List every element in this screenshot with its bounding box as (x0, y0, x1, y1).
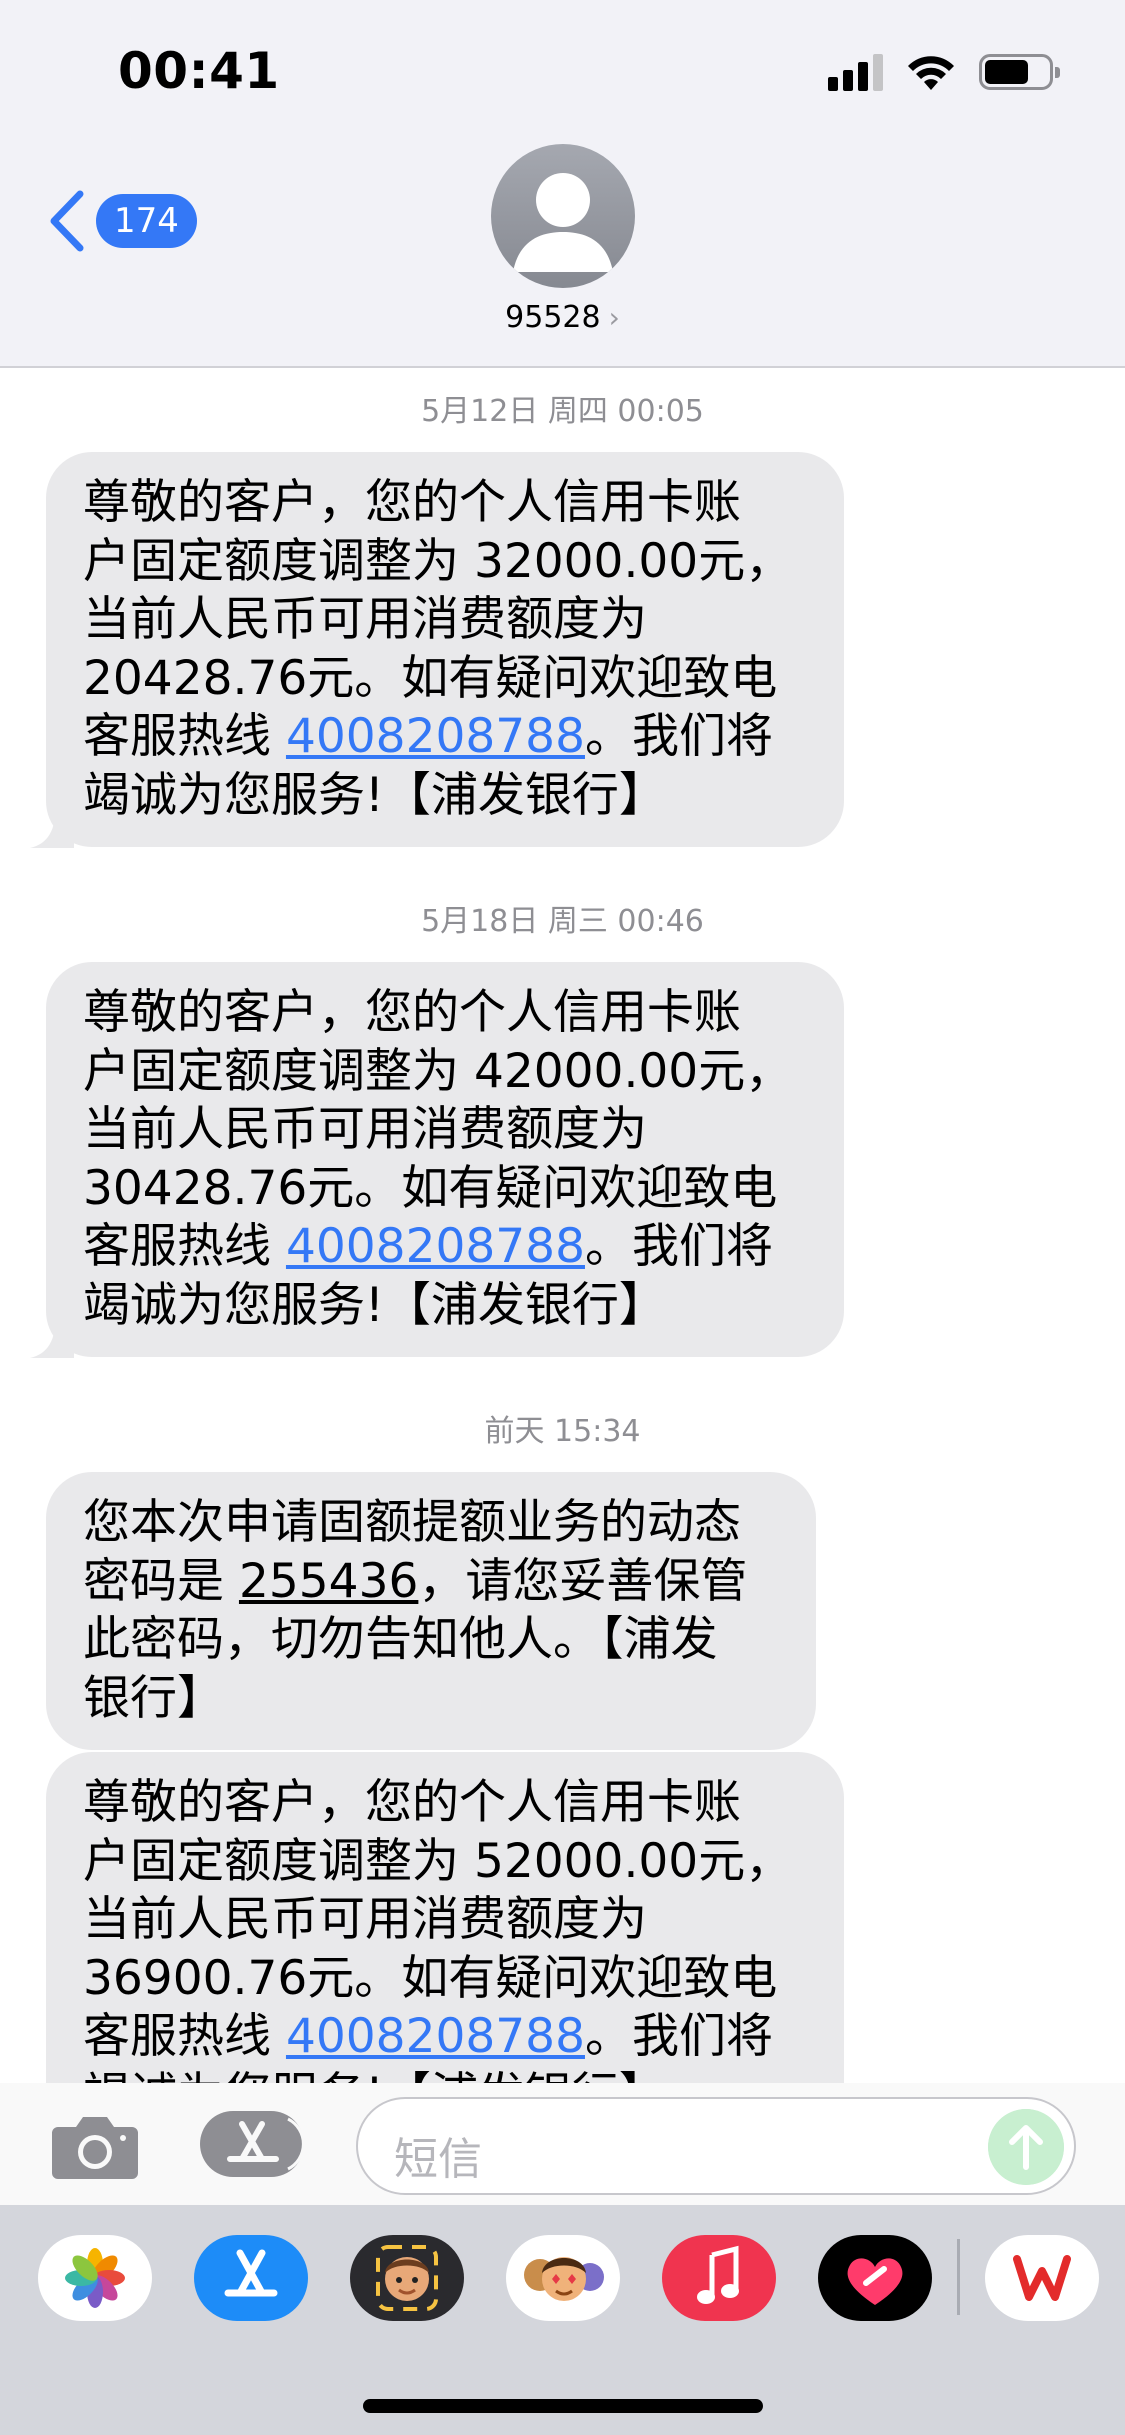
message-bubble[interactable]: 尊敬的客户，您的个人信用卡账 户固定额度调整为 32000.00元， 当前人民币… (30, 452, 844, 848)
phone-link[interactable]: 4008208788 (286, 709, 585, 764)
timestamp: 前天 15:34 (484, 1414, 641, 1449)
bubble-tail (30, 804, 74, 848)
digital-touch-icon[interactable] (818, 2235, 932, 2321)
contact-details-link[interactable]: 95528 › (0, 300, 1125, 335)
compose-bar: 短信 (0, 2083, 1125, 2205)
wifi-icon (908, 56, 954, 90)
message-text: 尊敬的客户，您的个人信用卡账 户固定额度调整为 42000.00元， 当前人民币… (83, 985, 793, 1333)
message-text: 尊敬的客户，您的个人信用卡账 户固定额度调整为 52000.00元， 当前人民币… (83, 1775, 793, 2083)
status-bar: 00:41 (0, 0, 1125, 140)
status-icons (828, 52, 1060, 92)
chevron-left-icon (50, 190, 84, 252)
status-time: 00:41 (118, 42, 280, 100)
message-bubble[interactable]: 尊敬的客户，您的个人信用卡账 户固定额度调整为 52000.00元， 当前人民币… (46, 1752, 844, 2083)
message-input[interactable]: 短信 (356, 2097, 1076, 2195)
message-bubble[interactable]: 您本次申请固额提额业务的动态 密码是 255436，请您妥善保管 此密码，切勿告… (46, 1472, 816, 1750)
message-bubble[interactable]: 尊敬的客户，您的个人信用卡账 户固定额度调整为 42000.00元， 当前人民币… (30, 962, 844, 1358)
music-app-icon[interactable] (662, 2235, 776, 2321)
memoji-sticker-icon[interactable] (350, 2235, 464, 2321)
home-indicator[interactable] (363, 2399, 763, 2413)
battery-icon (979, 54, 1060, 90)
timestamp: 5月18日 周三 00:46 (421, 904, 704, 939)
phone-link[interactable]: 4008208788 (286, 1219, 585, 1274)
send-arrow-icon[interactable] (988, 2109, 1064, 2185)
message-text: 尊敬的客户，您的个人信用卡账 户固定额度调整为 32000.00元， 当前人民币… (83, 475, 793, 823)
app-store-icon[interactable] (198, 2109, 308, 2179)
back-button[interactable]: 174 (46, 188, 197, 254)
verification-code[interactable]: 255436 (239, 1554, 418, 1609)
input-placeholder: 短信 (394, 2134, 482, 2185)
timestamp: 5月12日 周四 00:05 (421, 394, 704, 429)
conversation-header: 174 95528 › (0, 140, 1125, 368)
app-store-app-icon[interactable] (194, 2235, 308, 2321)
drawer-divider (957, 2239, 960, 2315)
wps-office-icon[interactable] (985, 2235, 1099, 2321)
message-thread[interactable]: 5月12日 周四 00:05 尊敬的客户，您的个人信用卡账 户固定额度调整为 3… (0, 368, 1125, 2083)
contact-name: 95528 (505, 300, 601, 335)
chevron-right-icon: › (608, 301, 620, 334)
unread-count-badge: 174 (96, 194, 197, 248)
bubble-tail (30, 1314, 74, 1358)
camera-icon[interactable] (50, 2111, 140, 2181)
photos-app-icon[interactable] (38, 2235, 152, 2321)
phone-link[interactable]: 4008208788 (286, 2009, 585, 2064)
signal-icon (828, 53, 883, 91)
message-text: 您本次申请固额提额业务的动态 密码是 255436，请您妥善保管 此密码，切勿告… (83, 1495, 748, 1726)
contact-avatar[interactable] (491, 144, 635, 288)
person-icon (513, 173, 613, 272)
animoji-icon[interactable] (506, 2235, 620, 2321)
